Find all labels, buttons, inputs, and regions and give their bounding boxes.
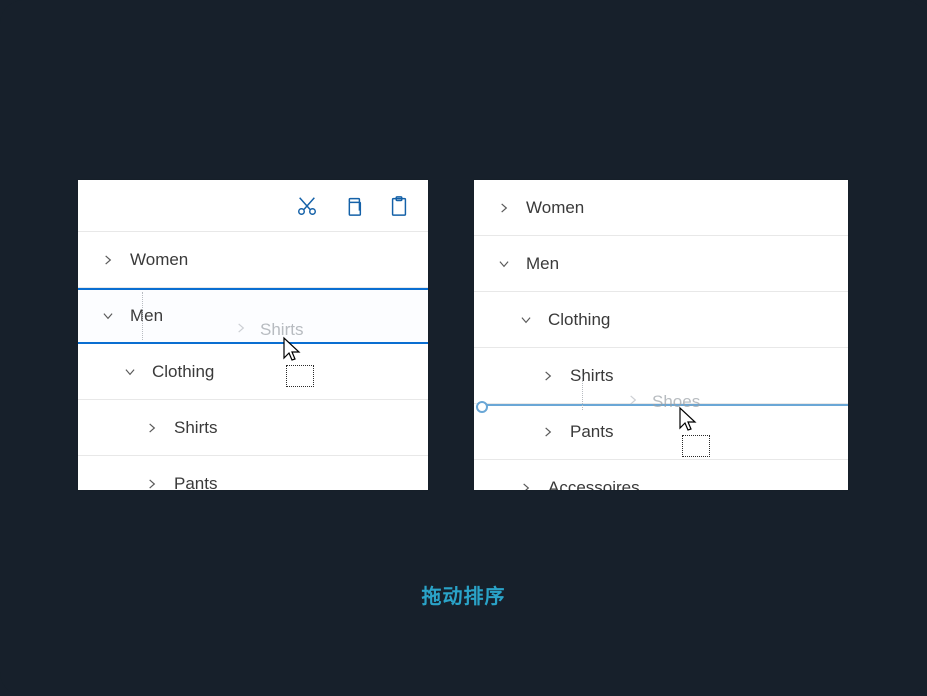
figure-caption: 拖动排序: [0, 580, 927, 609]
drag-ghost-label: Shoes: [652, 392, 700, 412]
tree-label: Men: [130, 306, 163, 326]
tree-label: Women: [526, 198, 584, 218]
chevron-right-icon: [626, 392, 640, 412]
drag-guide-line: [142, 292, 143, 340]
chevron-right-icon: [234, 320, 248, 340]
tree-row-pants[interactable]: Pants: [474, 404, 848, 460]
chevron-right-icon: [144, 477, 160, 490]
drag-guide-line: [582, 376, 583, 410]
tree-row-men[interactable]: Men: [474, 236, 848, 292]
chevron-down-icon: [518, 313, 534, 327]
tree-row-clothing[interactable]: Clothing: [78, 344, 428, 400]
tree-label: Clothing: [152, 362, 214, 382]
tree-label: Pants: [174, 474, 217, 490]
copy-icon[interactable]: [342, 195, 364, 217]
tree-label: Shirts: [570, 366, 613, 386]
tree-row-shirts[interactable]: Shirts: [78, 400, 428, 456]
chevron-down-icon: [496, 257, 512, 271]
paste-icon[interactable]: [388, 195, 410, 217]
tree-row-women[interactable]: Women: [78, 232, 428, 288]
panels-row: Women Men Clothing Shirts Pants: [78, 180, 848, 490]
chevron-down-icon: [122, 365, 138, 379]
cut-icon[interactable]: [296, 195, 318, 217]
chevron-right-icon: [100, 253, 116, 267]
tree-row-accessoires[interactable]: Accessoires: [474, 460, 848, 490]
tree-panel-left: Women Men Clothing Shirts Pants: [78, 180, 428, 490]
chevron-down-icon: [100, 309, 116, 323]
tree-row-pants[interactable]: Pants: [78, 456, 428, 490]
drag-ghost-item: Shirts: [234, 320, 303, 340]
tree-label: Men: [526, 254, 559, 274]
tree-label: Accessoires: [548, 478, 640, 490]
figure-container: Women Men Clothing Shirts Pants: [0, 0, 927, 696]
chevron-right-icon: [144, 421, 160, 435]
tree-label: Shirts: [174, 418, 217, 438]
tree-label: Women: [130, 250, 188, 270]
tree-row-women[interactable]: Women: [474, 180, 848, 236]
toolbar: [78, 180, 428, 232]
tree-row-clothing[interactable]: Clothing: [474, 292, 848, 348]
chevron-right-icon: [496, 201, 512, 215]
drag-ghost-item: Shoes: [626, 392, 700, 412]
tree-label: Clothing: [548, 310, 610, 330]
chevron-right-icon: [540, 369, 556, 383]
drag-ghost-label: Shirts: [260, 320, 303, 340]
chevron-right-icon: [518, 481, 534, 490]
chevron-right-icon: [540, 425, 556, 439]
tree-label: Pants: [570, 422, 613, 442]
tree-panel-right: Women Men Clothing Shirts Pants Accessoi: [474, 180, 848, 490]
